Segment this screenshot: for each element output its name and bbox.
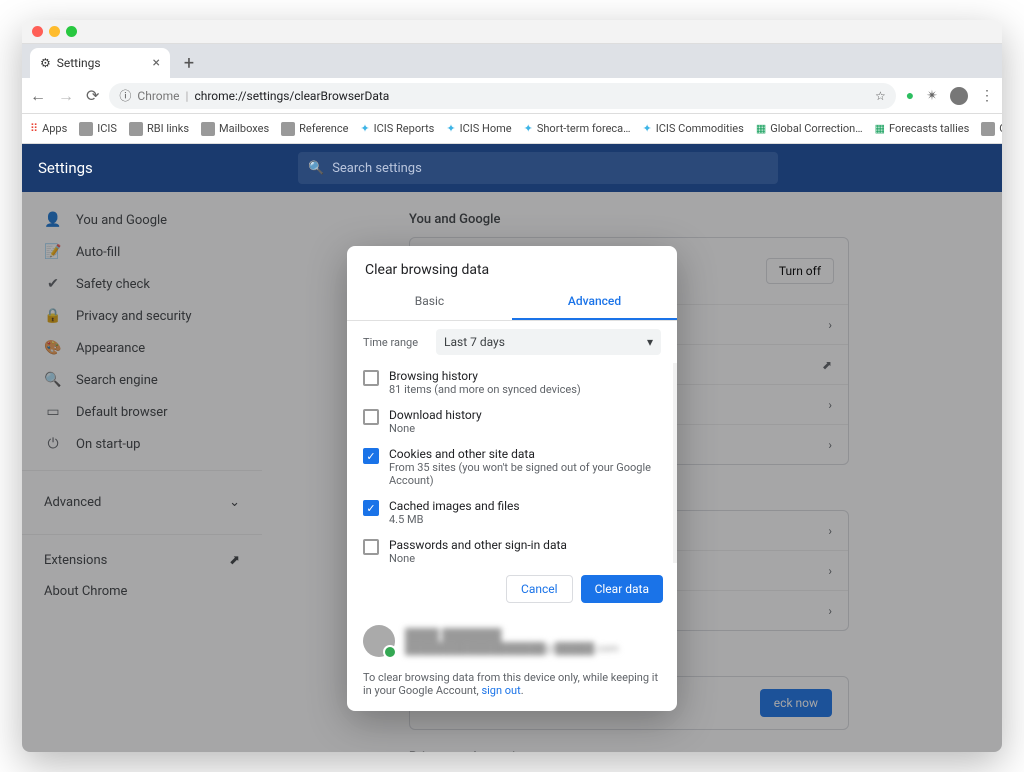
- extension-icons: ● ✴ ⋮: [906, 87, 994, 105]
- bookmark-item[interactable]: ✦ICIS Commodities: [643, 122, 744, 135]
- checkbox-row-cookies[interactable]: ✓Cookies and other site dataFrom 35 site…: [347, 441, 673, 493]
- profile-avatar-icon[interactable]: [950, 87, 968, 105]
- dialog-items: Browsing history81 items (and more on sy…: [347, 363, 677, 563]
- checkbox[interactable]: [363, 409, 379, 425]
- dialog-footer: To clear browsing data from this device …: [347, 667, 677, 711]
- bookmark-item[interactable]: RBI links: [129, 122, 189, 136]
- cancel-button[interactable]: Cancel: [506, 575, 573, 603]
- settings-body: 👤You and Google 📝Auto-fill ✔Safety check…: [22, 192, 1002, 752]
- checkbox-row-browsing-history[interactable]: Browsing history81 items (and more on sy…: [347, 363, 673, 402]
- close-window-button[interactable]: [32, 26, 43, 37]
- dialog-tabs: Basic Advanced: [347, 284, 677, 321]
- site-info-icon[interactable]: ⓘ: [119, 87, 131, 104]
- bookmark-item[interactable]: Reference: [281, 122, 348, 136]
- checkbox-row-passwords[interactable]: Passwords and other sign-in dataNone: [347, 532, 673, 563]
- checkbox[interactable]: [363, 370, 379, 386]
- gear-icon: ⚙: [40, 56, 51, 70]
- nav-buttons: ← → ⟳: [30, 86, 99, 106]
- toolbar: ← → ⟳ ⓘ Chrome | chrome://settings/clear…: [22, 78, 1002, 114]
- menu-icon[interactable]: ⋮: [980, 88, 994, 104]
- modal-scrim[interactable]: Clear browsing data Basic Advanced Time …: [22, 192, 1002, 752]
- browser-tab[interactable]: ⚙ Settings ×: [30, 48, 170, 78]
- avatar: [363, 625, 395, 657]
- tab-title: Settings: [57, 56, 101, 70]
- dialog-actions: Cancel Clear data: [347, 563, 677, 615]
- address-bar[interactable]: ⓘ Chrome | chrome://settings/clearBrowse…: [109, 83, 895, 109]
- clear-data-button[interactable]: Clear data: [581, 575, 663, 603]
- other-bookmarks[interactable]: Other Bookmarks: [981, 122, 1002, 136]
- dialog-title: Clear browsing data: [347, 246, 677, 284]
- back-button[interactable]: ←: [30, 86, 46, 106]
- checkbox[interactable]: ✓: [363, 500, 379, 516]
- bookmark-item[interactable]: ▦Forecasts tallies: [875, 122, 970, 135]
- evernote-icon[interactable]: ●: [906, 87, 914, 104]
- bookmark-bar: ⠿Apps ICIS RBI links Mailboxes Reference…: [22, 114, 1002, 144]
- browser-window: ⚙ Settings × + ← → ⟳ ⓘ Chrome | chrome:/…: [22, 20, 1002, 752]
- settings-search[interactable]: 🔍 Search settings: [298, 152, 778, 184]
- tab-basic[interactable]: Basic: [347, 284, 512, 320]
- extensions-icon[interactable]: ✴: [926, 88, 938, 104]
- dialog-profile: ████ █████████████████████████@█████.com: [347, 615, 677, 667]
- tab-strip: ⚙ Settings × +: [22, 44, 1002, 78]
- time-range-label: Time range: [363, 336, 418, 349]
- bookmark-item[interactable]: ✦Short-term foreca…: [524, 122, 631, 135]
- minimize-window-button[interactable]: [49, 26, 60, 37]
- apps-shortcut[interactable]: ⠿Apps: [30, 122, 67, 135]
- settings-title: Settings: [38, 159, 298, 177]
- bookmark-item[interactable]: ✦ICIS Reports: [360, 122, 434, 135]
- chevron-down-icon: ▾: [647, 335, 653, 349]
- search-icon: 🔍: [308, 161, 324, 176]
- tab-close-button[interactable]: ×: [153, 55, 160, 71]
- bookmark-item[interactable]: ICIS: [79, 122, 117, 136]
- checkbox[interactable]: ✓: [363, 448, 379, 464]
- tab-advanced[interactable]: Advanced: [512, 284, 677, 320]
- checkbox[interactable]: [363, 539, 379, 555]
- url-path: chrome://settings/clearBrowserData: [194, 89, 389, 103]
- time-range-select[interactable]: Last 7 days ▾: [436, 329, 661, 355]
- star-icon[interactable]: ☆: [875, 89, 886, 103]
- maximize-window-button[interactable]: [66, 26, 77, 37]
- reload-button[interactable]: ⟳: [86, 86, 99, 106]
- sign-out-link[interactable]: sign out: [481, 684, 520, 697]
- bookmark-item[interactable]: Mailboxes: [201, 122, 269, 136]
- search-placeholder: Search settings: [332, 161, 422, 176]
- bookmark-item[interactable]: ▦Global Correction…: [756, 122, 863, 135]
- checkbox-row-download-history[interactable]: Download historyNone: [347, 402, 673, 441]
- checkbox-row-cached[interactable]: ✓Cached images and files4.5 MB: [347, 493, 673, 532]
- time-range-row: Time range Last 7 days ▾: [347, 321, 677, 363]
- new-tab-button[interactable]: +: [176, 50, 202, 76]
- mac-titlebar: [22, 20, 1002, 44]
- settings-header: Settings 🔍 Search settings: [22, 144, 1002, 192]
- url-prefix: Chrome: [137, 89, 179, 103]
- forward-button[interactable]: →: [58, 86, 74, 106]
- bookmark-item[interactable]: ✦ICIS Home: [446, 122, 511, 135]
- clear-browsing-data-dialog: Clear browsing data Basic Advanced Time …: [347, 246, 677, 711]
